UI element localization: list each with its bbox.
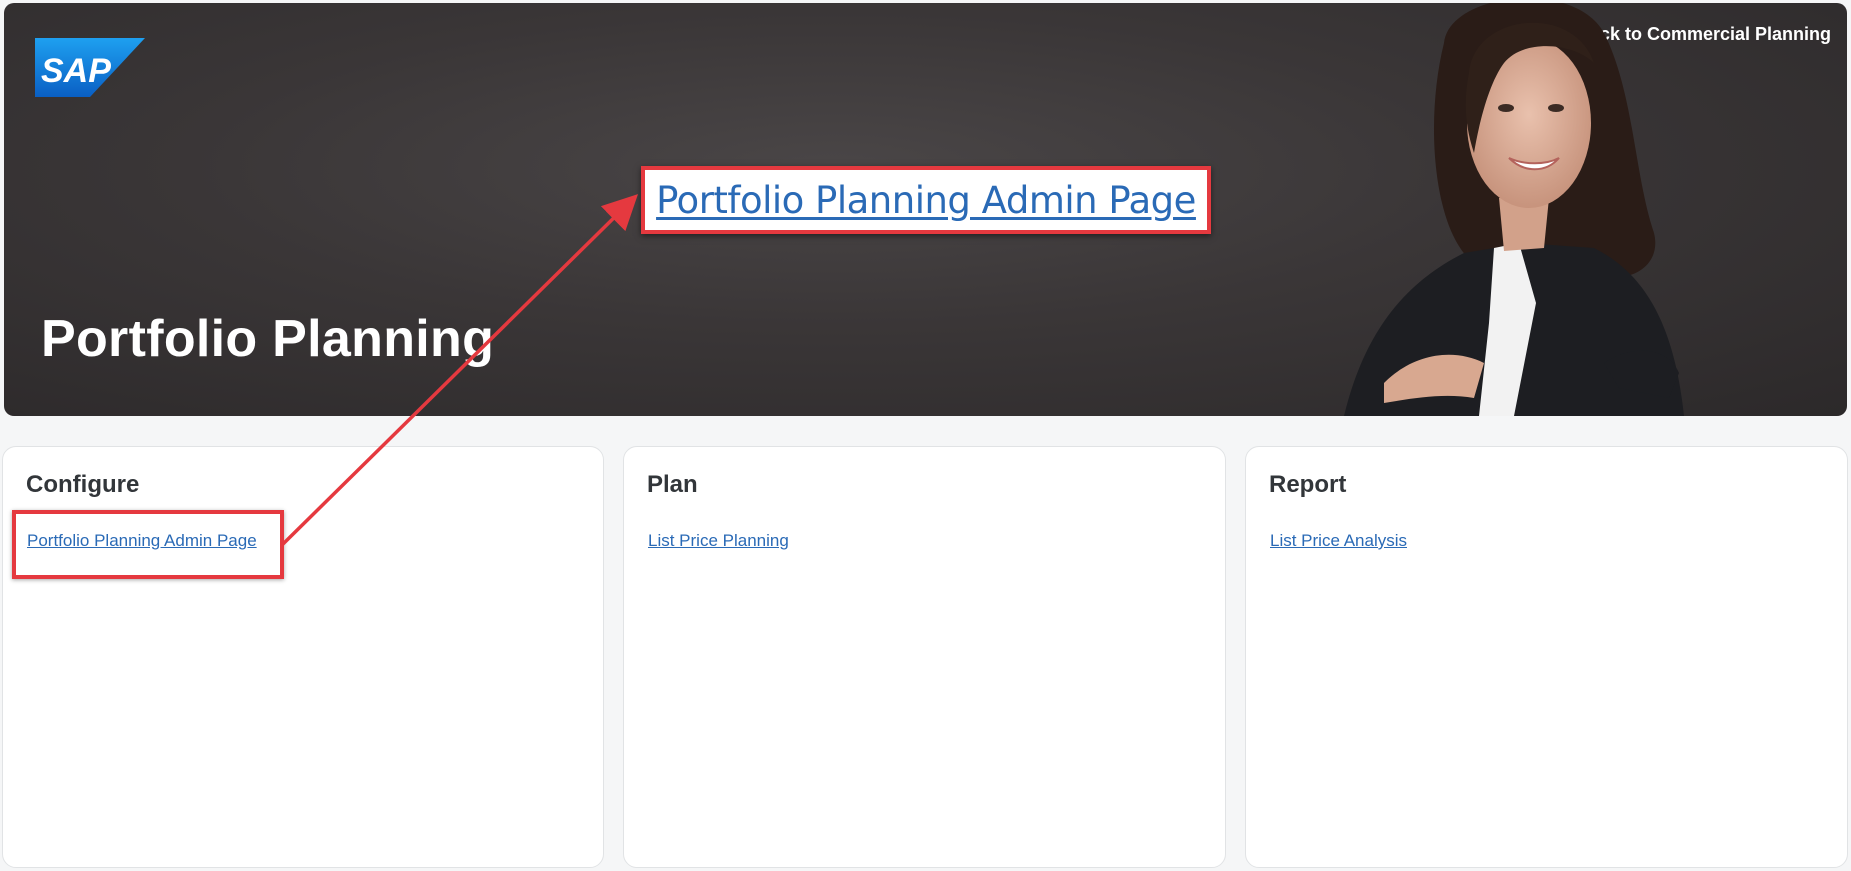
- configure-card: Configure Portfolio Planning Admin Page: [2, 446, 604, 868]
- configure-card-title: Configure: [26, 471, 140, 498]
- portfolio-planning-admin-page-link[interactable]: Portfolio Planning Admin Page: [27, 531, 257, 551]
- page: SAP ← Back to Commercial Planning Portfo…: [0, 0, 1851, 871]
- list-price-planning-link[interactable]: List Price Planning: [648, 531, 789, 551]
- list-price-analysis-link[interactable]: List Price Analysis: [1270, 531, 1407, 551]
- callout-zoom-admin-page: Portfolio Planning Admin Page: [641, 166, 1211, 234]
- card-section: Configure Portfolio Planning Admin Page …: [0, 446, 1851, 871]
- report-card: Report List Price Analysis: [1245, 446, 1848, 868]
- sap-logo: SAP: [35, 38, 145, 97]
- plan-card: Plan List Price Planning: [623, 446, 1226, 868]
- plan-card-title: Plan: [647, 471, 698, 498]
- callout-admin-page-link[interactable]: Portfolio Planning Admin Page: [656, 179, 1196, 222]
- page-title: Portfolio Planning: [41, 310, 495, 368]
- svg-text:SAP: SAP: [41, 52, 111, 90]
- report-card-title: Report: [1269, 471, 1347, 498]
- hero-banner: SAP ← Back to Commercial Planning Portfo…: [4, 3, 1847, 416]
- hero-portrait-image: [1344, 3, 1684, 416]
